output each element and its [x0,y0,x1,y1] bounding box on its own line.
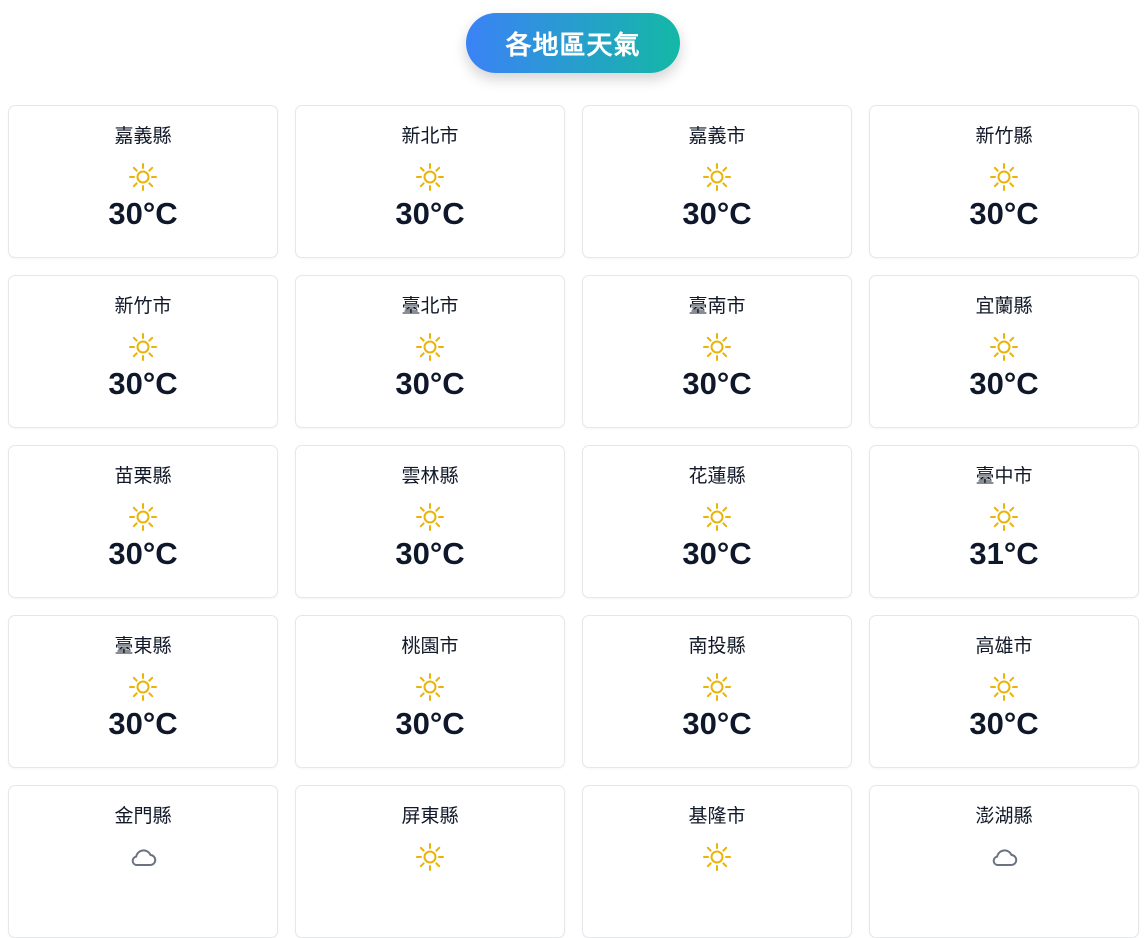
weather-card[interactable]: 新竹縣 30°C [869,105,1139,258]
weather-card[interactable]: 金門縣 [8,785,278,938]
temperature: 30°C [682,536,752,571]
city-name: 新北市 [401,125,459,147]
temperature: 30°C [395,536,465,571]
weather-card[interactable]: 臺中市 31°C [869,445,1139,598]
weather-card[interactable]: 雲林縣 30°C [295,445,565,598]
weather-card[interactable]: 宜蘭縣 30°C [869,275,1139,428]
weather-card[interactable]: 高雄市 30°C [869,615,1139,768]
temperature: 31°C [969,536,1039,571]
sun-icon [129,333,157,361]
city-name: 新竹縣 [975,125,1033,147]
city-name: 新竹市 [114,295,172,317]
sun-icon [703,163,731,191]
temperature: 30°C [969,706,1039,741]
city-name: 南投縣 [688,635,746,657]
city-name: 高雄市 [975,635,1033,657]
sun-icon [416,163,444,191]
city-name: 花蓮縣 [688,465,746,487]
temperature: 30°C [682,706,752,741]
weather-card[interactable]: 基隆市 [582,785,852,938]
weather-card[interactable]: 嘉義市 30°C [582,105,852,258]
temperature: 30°C [395,196,465,231]
temperature: 30°C [969,196,1039,231]
sun-icon [703,843,731,871]
weather-card[interactable]: 新北市 30°C [295,105,565,258]
cloud-icon [131,849,157,866]
temperature: 30°C [108,706,178,741]
temperature: 30°C [108,196,178,231]
weather-card[interactable]: 臺北市 30°C [295,275,565,428]
city-name: 澎湖縣 [975,805,1033,827]
weather-card[interactable]: 新竹市 30°C [8,275,278,428]
weather-card[interactable]: 花蓮縣 30°C [582,445,852,598]
temperature: 30°C [969,366,1039,401]
city-name: 苗栗縣 [114,465,172,487]
sun-icon [703,503,731,531]
city-name: 宜蘭縣 [975,295,1033,317]
city-name: 雲林縣 [401,465,459,487]
weather-card[interactable]: 澎湖縣 [869,785,1139,938]
sun-icon [703,333,731,361]
weather-card[interactable]: 臺東縣 30°C [8,615,278,768]
city-name: 臺南市 [688,295,746,317]
weather-grid: 嘉義縣 30°C 新北市 30°C 嘉義市 30°C 新竹縣 30°C 新竹市 … [8,105,1139,938]
weather-card[interactable]: 屏東縣 [295,785,565,938]
sun-icon [416,673,444,701]
sun-icon [990,163,1018,191]
page-header: 各地區天氣 [0,0,1148,90]
sun-icon [129,673,157,701]
city-name: 臺中市 [975,465,1033,487]
temperature: 30°C [682,366,752,401]
sun-icon [416,333,444,361]
temperature: 30°C [108,366,178,401]
city-name: 桃園市 [401,635,459,657]
sun-icon [990,333,1018,361]
city-name: 嘉義市 [688,125,746,147]
sun-icon [129,503,157,531]
city-name: 屏東縣 [401,805,459,827]
weather-card[interactable]: 桃園市 30°C [295,615,565,768]
weather-card[interactable]: 苗栗縣 30°C [8,445,278,598]
city-name: 基隆市 [688,805,746,827]
temperature: 30°C [682,196,752,231]
sun-icon [416,843,444,871]
page-title: 各地區天氣 [466,13,680,73]
sun-icon [129,163,157,191]
sun-icon [990,503,1018,531]
sun-icon [990,673,1018,701]
city-name: 臺東縣 [114,635,172,657]
sun-icon [703,673,731,701]
weather-card[interactable]: 南投縣 30°C [582,615,852,768]
city-name: 金門縣 [114,805,172,827]
cloud-icon [992,849,1018,866]
sun-icon [416,503,444,531]
weather-card[interactable]: 臺南市 30°C [582,275,852,428]
city-name: 嘉義縣 [114,125,172,147]
temperature: 30°C [108,536,178,571]
weather-card[interactable]: 嘉義縣 30°C [8,105,278,258]
city-name: 臺北市 [401,295,459,317]
temperature: 30°C [395,706,465,741]
temperature: 30°C [395,366,465,401]
